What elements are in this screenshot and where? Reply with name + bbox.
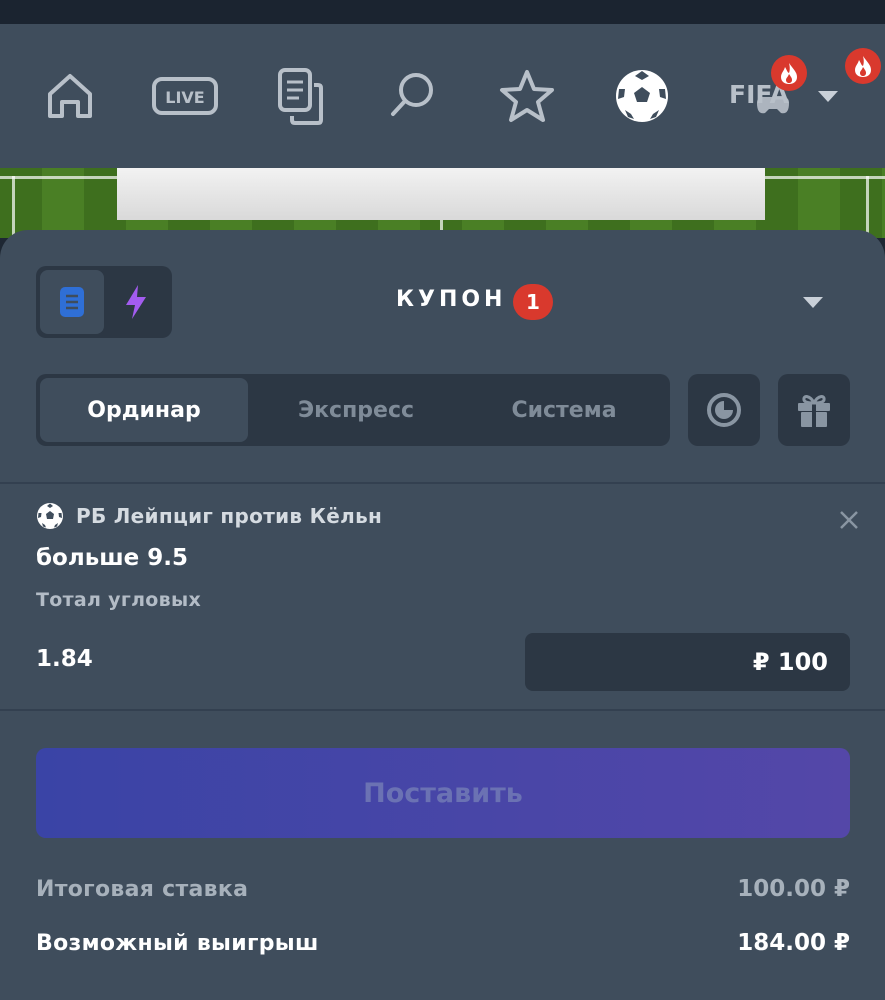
tab-express[interactable]: Экспресс — [252, 378, 460, 442]
clock-button[interactable] — [688, 374, 760, 446]
more-sports-caret-icon[interactable] — [818, 91, 838, 102]
total-stake-label: Итоговая ставка — [36, 877, 249, 902]
place-bet-button[interactable]: Поставить — [36, 748, 850, 838]
lightning-icon[interactable] — [104, 270, 168, 334]
top-nav: LIVE FIFA — [0, 24, 885, 168]
home-icon[interactable] — [38, 64, 102, 128]
match-title: РБ Лейпциг против Кёльн — [76, 504, 383, 528]
document-icon[interactable] — [40, 270, 104, 334]
gift-icon — [798, 395, 830, 427]
close-icon[interactable] — [838, 509, 860, 531]
tab-system[interactable]: Система — [460, 378, 668, 442]
clock-icon — [707, 393, 741, 427]
live-icon-label: LIVE — [165, 88, 204, 107]
fire-icon — [845, 48, 881, 84]
coupon-title[interactable]: КУПОН — [396, 287, 506, 312]
coupon-mode-toggle — [36, 266, 172, 338]
soccer-ball-icon[interactable] — [610, 64, 674, 128]
soccer-ball-icon — [37, 503, 63, 529]
bet-slip-icon[interactable] — [268, 64, 332, 128]
bet-event: РБ Лейпциг против Кёльн — [36, 501, 382, 531]
bet-type-tabs: Ординар Экспресс Система — [36, 374, 670, 446]
gift-button[interactable] — [778, 374, 850, 446]
bet-market: Тотал угловых — [36, 589, 202, 611]
star-icon[interactable] — [495, 64, 559, 128]
total-stake-value: 100.00 ₽ — [737, 876, 850, 902]
stake-input[interactable]: ₽ 100 — [525, 633, 850, 691]
live-icon[interactable]: LIVE — [152, 64, 218, 128]
possible-win-label: Возможный выигрыш — [36, 931, 319, 956]
divider — [0, 482, 885, 484]
status-strip — [0, 0, 885, 24]
collapse-caret-icon[interactable] — [803, 297, 823, 308]
coupon-count-badge: 1 — [513, 284, 553, 320]
banner-placeholder — [117, 168, 765, 220]
divider — [0, 709, 885, 711]
fire-icon — [771, 55, 807, 91]
bet-odds: 1.84 — [36, 646, 93, 672]
tab-single[interactable]: Ординар — [40, 378, 248, 442]
search-icon[interactable] — [380, 64, 444, 128]
possible-win-value: 184.00 ₽ — [737, 930, 850, 956]
bet-selection: больше 9.5 — [36, 545, 189, 571]
